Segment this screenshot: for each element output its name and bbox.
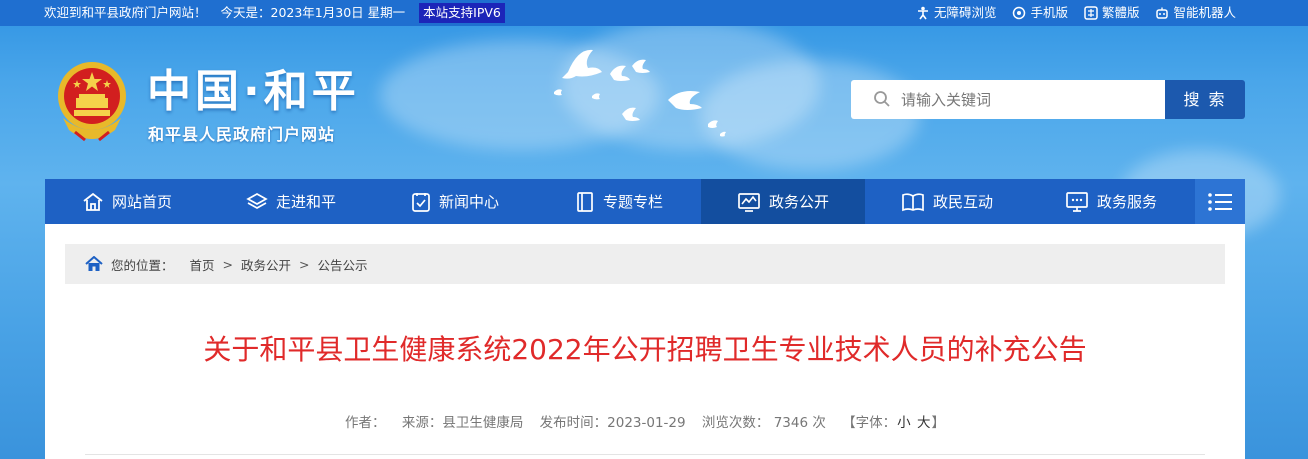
breadcrumb-announcements-link[interactable]: 公告公示 xyxy=(318,255,368,274)
breadcrumb-separator: > xyxy=(222,256,234,272)
main-nav: 网站首页 走进和平 新闻中心 专题专栏 政务公开 政民互动 政务服务 xyxy=(45,179,1245,224)
open-book-icon xyxy=(902,192,924,211)
nav-label: 专题专栏 xyxy=(602,193,663,211)
date-text: 今天是：2023年1月30日 星期一 xyxy=(220,5,406,20)
breadcrumb-home-link[interactable]: 首页 xyxy=(190,255,215,274)
font-small-button[interactable]: 小 xyxy=(897,415,911,431)
font-large-button[interactable]: 大 xyxy=(917,415,931,431)
mobile-version-label: 手机版 xyxy=(1030,5,1068,20)
article-views: 浏览次数： 7346 次 xyxy=(701,415,826,431)
nav-item-services[interactable]: 政务服务 xyxy=(1029,179,1193,224)
accessibility-label: 无障碍浏览 xyxy=(933,5,997,20)
nav-label: 走进和平 xyxy=(275,193,336,211)
breadcrumb-label: 您的位置： xyxy=(111,257,174,273)
traditional-chinese-icon xyxy=(1084,5,1098,20)
nav-item-home[interactable]: 网站首页 xyxy=(45,179,209,224)
font-size-label: 【字体： xyxy=(842,415,897,431)
robot-label: 智能机器人 xyxy=(1173,5,1236,20)
menu-icon xyxy=(1208,192,1232,211)
accessibility-link[interactable]: 无障碍浏览 xyxy=(916,0,997,25)
news-icon xyxy=(412,192,430,212)
robot-link[interactable]: 智能机器人 xyxy=(1155,0,1236,25)
nav-item-interaction[interactable]: 政民互动 xyxy=(865,179,1029,224)
mobile-version-link[interactable]: 手机版 xyxy=(1012,0,1068,25)
article-meta: 作者： 来源：县卫生健康局 发布时间：2023-01-29 浏览次数： 7346… xyxy=(45,411,1245,431)
search-icon xyxy=(874,91,890,107)
ipv6-badge: 本站支持IPV6 xyxy=(419,3,505,23)
traditional-chinese-label: 繁體版 xyxy=(1101,5,1140,20)
nav-item-government-affairs[interactable]: 政务公开 xyxy=(701,179,865,224)
font-size-close: 】 xyxy=(931,415,945,431)
search-button[interactable]: 搜 索 xyxy=(1165,80,1245,119)
robot-icon xyxy=(1156,7,1169,19)
national-emblem-logo xyxy=(58,62,126,142)
doves-decoration xyxy=(554,49,726,137)
welcome-text: 欢迎到和平县政府门户网站！ xyxy=(44,5,207,20)
home-icon xyxy=(85,256,103,271)
breadcrumb: 您的位置： 首页 > 政务公开 > 公告公示 xyxy=(65,244,1225,284)
font-size-control: 【字体：小 大】 xyxy=(842,415,945,431)
nav-menu-button[interactable] xyxy=(1195,179,1245,224)
nav-label: 政民互动 xyxy=(932,193,993,211)
traditional-chinese-link[interactable]: 繁體版 xyxy=(1084,0,1140,25)
breadcrumb-government-affairs-link[interactable]: 政务公开 xyxy=(241,255,291,274)
nav-item-news[interactable]: 新闻中心 xyxy=(373,179,537,224)
article-author: 作者： xyxy=(345,415,386,431)
accessibility-icon xyxy=(917,6,928,19)
search-input[interactable] xyxy=(901,80,1159,119)
nav-label: 网站首页 xyxy=(111,193,172,211)
search-bar: 搜 索 xyxy=(851,80,1245,119)
nav-label: 政务服务 xyxy=(1096,193,1157,211)
chart-monitor-icon xyxy=(738,192,760,212)
article-source: 来源：县卫生健康局 xyxy=(401,415,524,431)
nav-label: 新闻中心 xyxy=(438,193,499,211)
site-subtitle: 和平县人民政府门户网站 xyxy=(148,125,336,144)
content-area: 您的位置： 首页 > 政务公开 > 公告公示 关于和平县卫生健康系统2022年公… xyxy=(45,224,1245,459)
divider xyxy=(85,454,1205,455)
breadcrumb-separator: > xyxy=(299,256,310,272)
site-name: 中国·和平 xyxy=(147,66,360,117)
nav-label: 政务公开 xyxy=(768,193,829,211)
home-icon xyxy=(83,192,103,211)
layers-icon xyxy=(246,192,268,209)
nav-item-about-heping[interactable]: 走进和平 xyxy=(209,179,373,224)
search-box xyxy=(851,80,1165,119)
mobile-icon xyxy=(1013,6,1026,19)
nav-item-special-topics[interactable]: 专题专栏 xyxy=(537,179,701,224)
article-title: 关于和平县卫生健康系统2022年公开招聘卫生专业技术人员的补充公告 xyxy=(203,333,1087,366)
book-icon xyxy=(577,191,593,212)
presentation-icon xyxy=(1066,191,1088,212)
article-publish-time: 发布时间：2023-01-29 xyxy=(539,415,686,431)
top-bar: 欢迎到和平县政府门户网站！ 今天是：2023年1月30日 星期一 本站支持IPV… xyxy=(0,0,1308,26)
